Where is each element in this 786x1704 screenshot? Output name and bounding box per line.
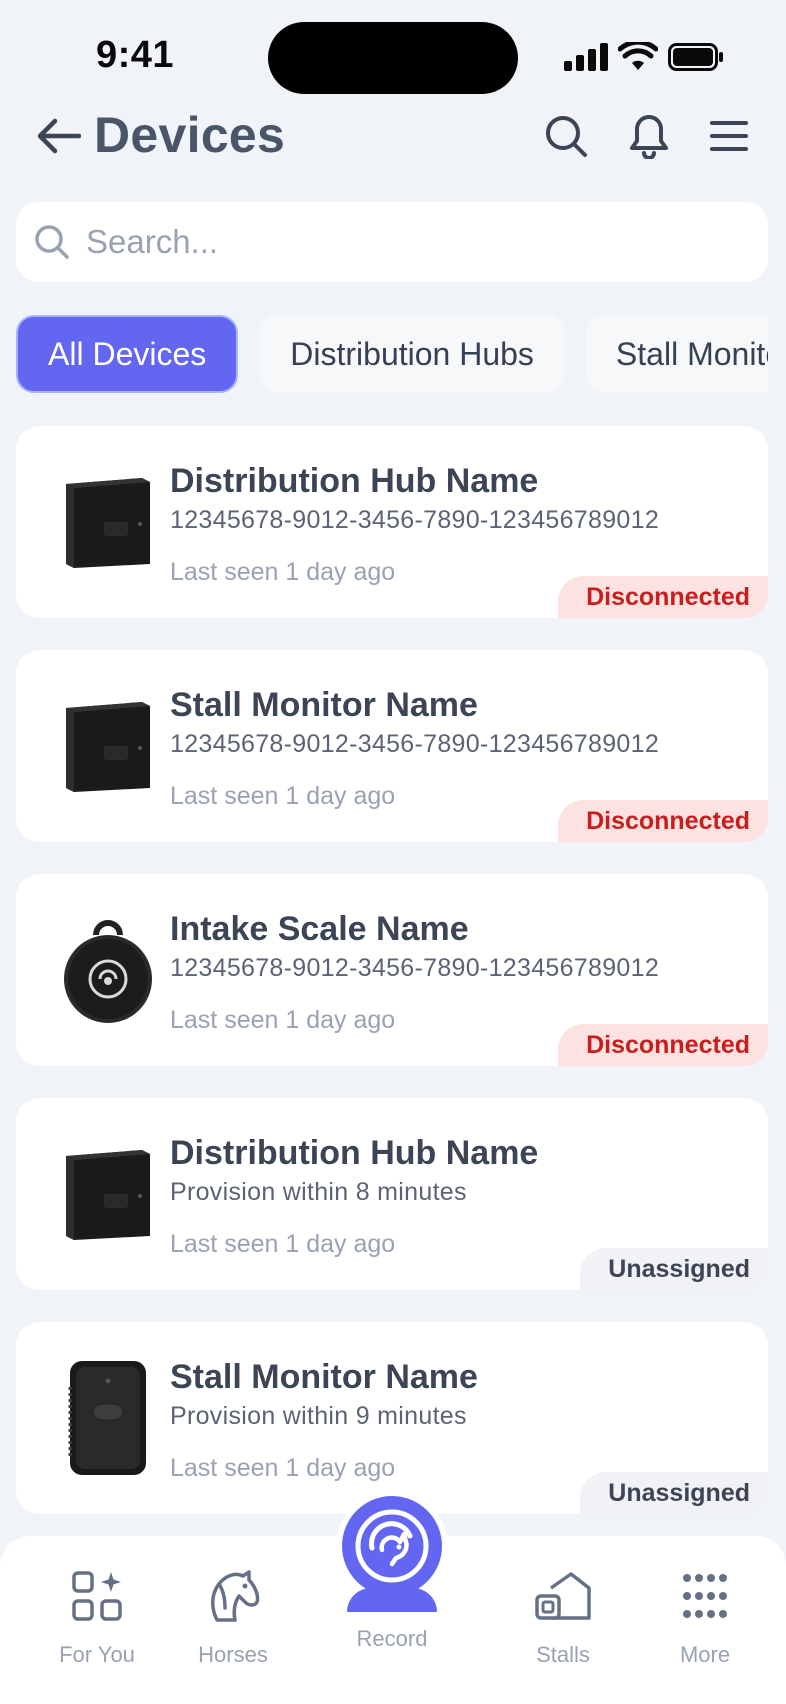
- hub-device-icon: [44, 466, 172, 578]
- device-card[interactable]: Distribution Hub Name Provision within 8…: [16, 1098, 768, 1290]
- nav-item-for-you[interactable]: For You: [32, 1568, 162, 1668]
- device-name: Stall Monitor Name: [170, 1358, 478, 1396]
- nav-label: For You: [59, 1642, 135, 1667]
- device-name: Stall Monitor Name: [170, 686, 478, 724]
- device-last-seen: Last seen 1 day ago: [170, 782, 396, 810]
- status-badge: Unassigned: [580, 1248, 768, 1290]
- device-last-seen: Last seen 1 day ago: [170, 1006, 396, 1034]
- filter-chip-stall-monitors[interactable]: Stall Monitors: [585, 315, 768, 393]
- status-bar: 9:41: [0, 0, 786, 100]
- record-logo-icon: [355, 1509, 429, 1583]
- nav-item-horses[interactable]: Horses: [168, 1568, 298, 1668]
- device-name: Distribution Hub Name: [170, 1134, 539, 1172]
- device-last-seen: Last seen 1 day ago: [170, 558, 396, 586]
- device-detail: Provision within 8 minutes: [170, 1178, 467, 1206]
- status-badge: Disconnected: [558, 800, 768, 842]
- search-button[interactable]: [542, 112, 590, 160]
- stall-monitor-icon: [44, 1361, 172, 1475]
- record-button[interactable]: Record: [330, 1490, 454, 1652]
- device-detail: 12345678-9012-3456-7890-123456789012: [170, 954, 660, 982]
- device-list: Distribution Hub Name 12345678-9012-3456…: [16, 426, 768, 1546]
- device-card[interactable]: Stall Monitor Name 12345678-9012-3456-78…: [16, 650, 768, 842]
- arrow-left-icon: [37, 118, 81, 154]
- hamburger-menu-icon: [710, 121, 748, 151]
- nav-label: Horses: [198, 1642, 268, 1667]
- hub-device-icon: [44, 690, 172, 802]
- device-last-seen: Last seen 1 day ago: [170, 1454, 396, 1482]
- device-last-seen: Last seen 1 day ago: [170, 1230, 396, 1258]
- intake-scale-icon: [44, 914, 172, 1026]
- dynamic-island: [268, 22, 518, 94]
- record-circle: [336, 1490, 448, 1602]
- device-name: Intake Scale Name: [170, 910, 469, 948]
- nav-item-stalls[interactable]: Stalls: [498, 1568, 628, 1668]
- notifications-button[interactable]: [625, 112, 673, 160]
- cellular-signal-icon: [564, 43, 608, 71]
- search-icon: [546, 116, 587, 157]
- search-bar[interactable]: [16, 202, 768, 282]
- battery-icon: [668, 43, 723, 71]
- search-input[interactable]: [86, 223, 706, 261]
- status-badge: Disconnected: [558, 1024, 768, 1066]
- nav-item-more[interactable]: More: [640, 1568, 770, 1668]
- status-badge: Unassigned: [580, 1472, 768, 1514]
- device-card[interactable]: Distribution Hub Name 12345678-9012-3456…: [16, 426, 768, 618]
- record-base: [347, 1588, 437, 1612]
- status-badge: Disconnected: [558, 576, 768, 618]
- device-detail: 12345678-9012-3456-7890-123456789012: [170, 506, 660, 534]
- filter-chip-all-devices[interactable]: All Devices: [16, 315, 239, 393]
- header: Devices: [0, 100, 786, 172]
- hub-device-icon: [44, 1138, 172, 1250]
- horse-head-icon: [205, 1568, 261, 1624]
- bell-icon: [630, 115, 668, 159]
- stall-house-icon: [535, 1568, 591, 1624]
- device-card[interactable]: Stall Monitor Name Provision within 9 mi…: [16, 1322, 768, 1514]
- device-detail: Provision within 9 minutes: [170, 1402, 467, 1430]
- status-icons: [564, 42, 724, 72]
- nav-label: More: [679, 1642, 731, 1667]
- wifi-icon: [618, 42, 658, 70]
- grid-dots-icon: [677, 1568, 733, 1624]
- sparkle-grid-icon: [69, 1568, 125, 1624]
- device-card[interactable]: Intake Scale Name 12345678-9012-3456-789…: [16, 874, 768, 1066]
- device-name: Distribution Hub Name: [170, 462, 539, 500]
- search-icon: [35, 225, 69, 259]
- status-time: 9:41: [96, 34, 175, 76]
- filter-chips: All Devices Distribution Hubs Stall Moni…: [16, 315, 768, 393]
- device-detail: 12345678-9012-3456-7890-123456789012: [170, 730, 660, 758]
- nav-label: Stalls: [536, 1642, 590, 1667]
- back-button[interactable]: [34, 114, 84, 158]
- filter-chip-distribution-hubs[interactable]: Distribution Hubs: [260, 315, 564, 393]
- nav-label: Record: [356, 1626, 428, 1651]
- page-title: Devices: [94, 107, 286, 163]
- menu-button[interactable]: [705, 112, 753, 160]
